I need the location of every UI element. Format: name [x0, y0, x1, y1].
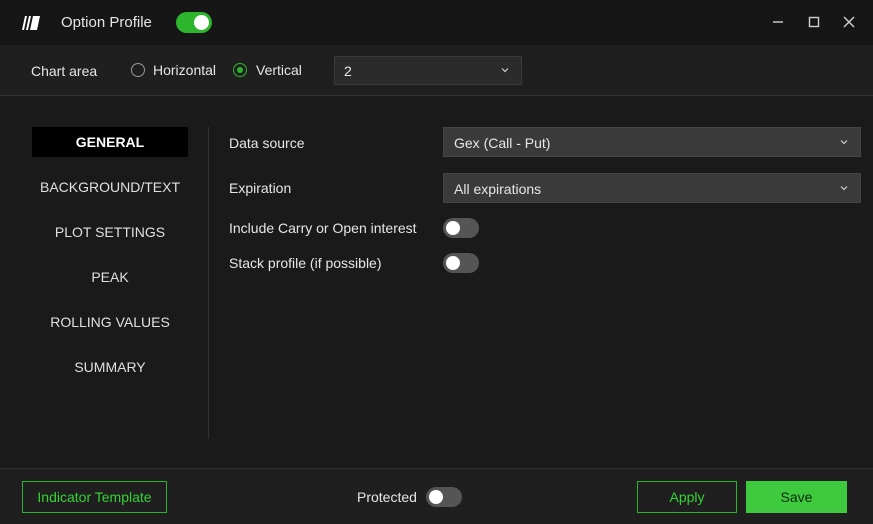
nav-item-summary[interactable]: SUMMARY [32, 352, 188, 382]
nav-item-general[interactable]: GENERAL [32, 127, 188, 157]
window-title: Option Profile [61, 14, 152, 31]
chart-count-select[interactable]: 2 [334, 56, 522, 85]
include-carry-label: Include Carry or Open interest [229, 220, 417, 236]
app-logo-icon [22, 16, 40, 30]
nav-item-plot-settings[interactable]: PLOT SETTINGS [32, 217, 188, 247]
protected-toggle[interactable] [426, 487, 462, 507]
close-icon[interactable] [840, 13, 858, 31]
indicator-enabled-toggle[interactable] [176, 12, 212, 33]
include-carry-toggle[interactable] [443, 218, 479, 238]
maximize-icon[interactable] [805, 13, 823, 31]
nav-item-background-text[interactable]: BACKGROUND/TEXT [32, 172, 188, 202]
radio-horizontal-label[interactable]: Horizontal [153, 62, 216, 78]
expiration-value: All expirations [454, 181, 542, 197]
stack-profile-toggle[interactable] [443, 253, 479, 273]
toggle-knob [429, 490, 443, 504]
stack-profile-label: Stack profile (if possible) [229, 255, 382, 271]
data-source-label: Data source [229, 135, 305, 151]
protected-label: Protected [357, 489, 417, 505]
footer-bar: Indicator Template Protected Apply Save [0, 468, 873, 524]
radio-horizontal[interactable] [131, 63, 145, 77]
expiration-label: Expiration [229, 180, 292, 196]
chart-area-label: Chart area [31, 63, 98, 79]
chevron-down-icon [501, 68, 509, 73]
radio-vertical[interactable] [233, 63, 247, 77]
toggle-knob [446, 221, 460, 235]
chevron-down-icon [840, 186, 848, 191]
toggle-knob [194, 15, 209, 30]
data-source-select[interactable]: Gex (Call - Put) [443, 127, 861, 157]
nav-divider [208, 127, 209, 439]
indicator-template-button[interactable]: Indicator Template [22, 481, 167, 513]
title-bar: Option Profile [0, 0, 873, 45]
data-source-value: Gex (Call - Put) [454, 135, 551, 151]
chevron-down-icon [840, 140, 848, 145]
apply-button[interactable]: Apply [637, 481, 737, 513]
radio-vertical-label[interactable]: Vertical [256, 62, 302, 78]
chart-area-bar: Chart area Horizontal Vertical 2 [0, 45, 873, 96]
expiration-select[interactable]: All expirations [443, 173, 861, 203]
nav-item-peak[interactable]: PEAK [32, 262, 188, 292]
chart-count-value: 2 [344, 63, 352, 79]
save-button[interactable]: Save [746, 481, 847, 513]
minimize-icon[interactable] [769, 13, 787, 31]
toggle-knob [446, 256, 460, 270]
nav-item-rolling-values[interactable]: ROLLING VALUES [32, 307, 188, 337]
